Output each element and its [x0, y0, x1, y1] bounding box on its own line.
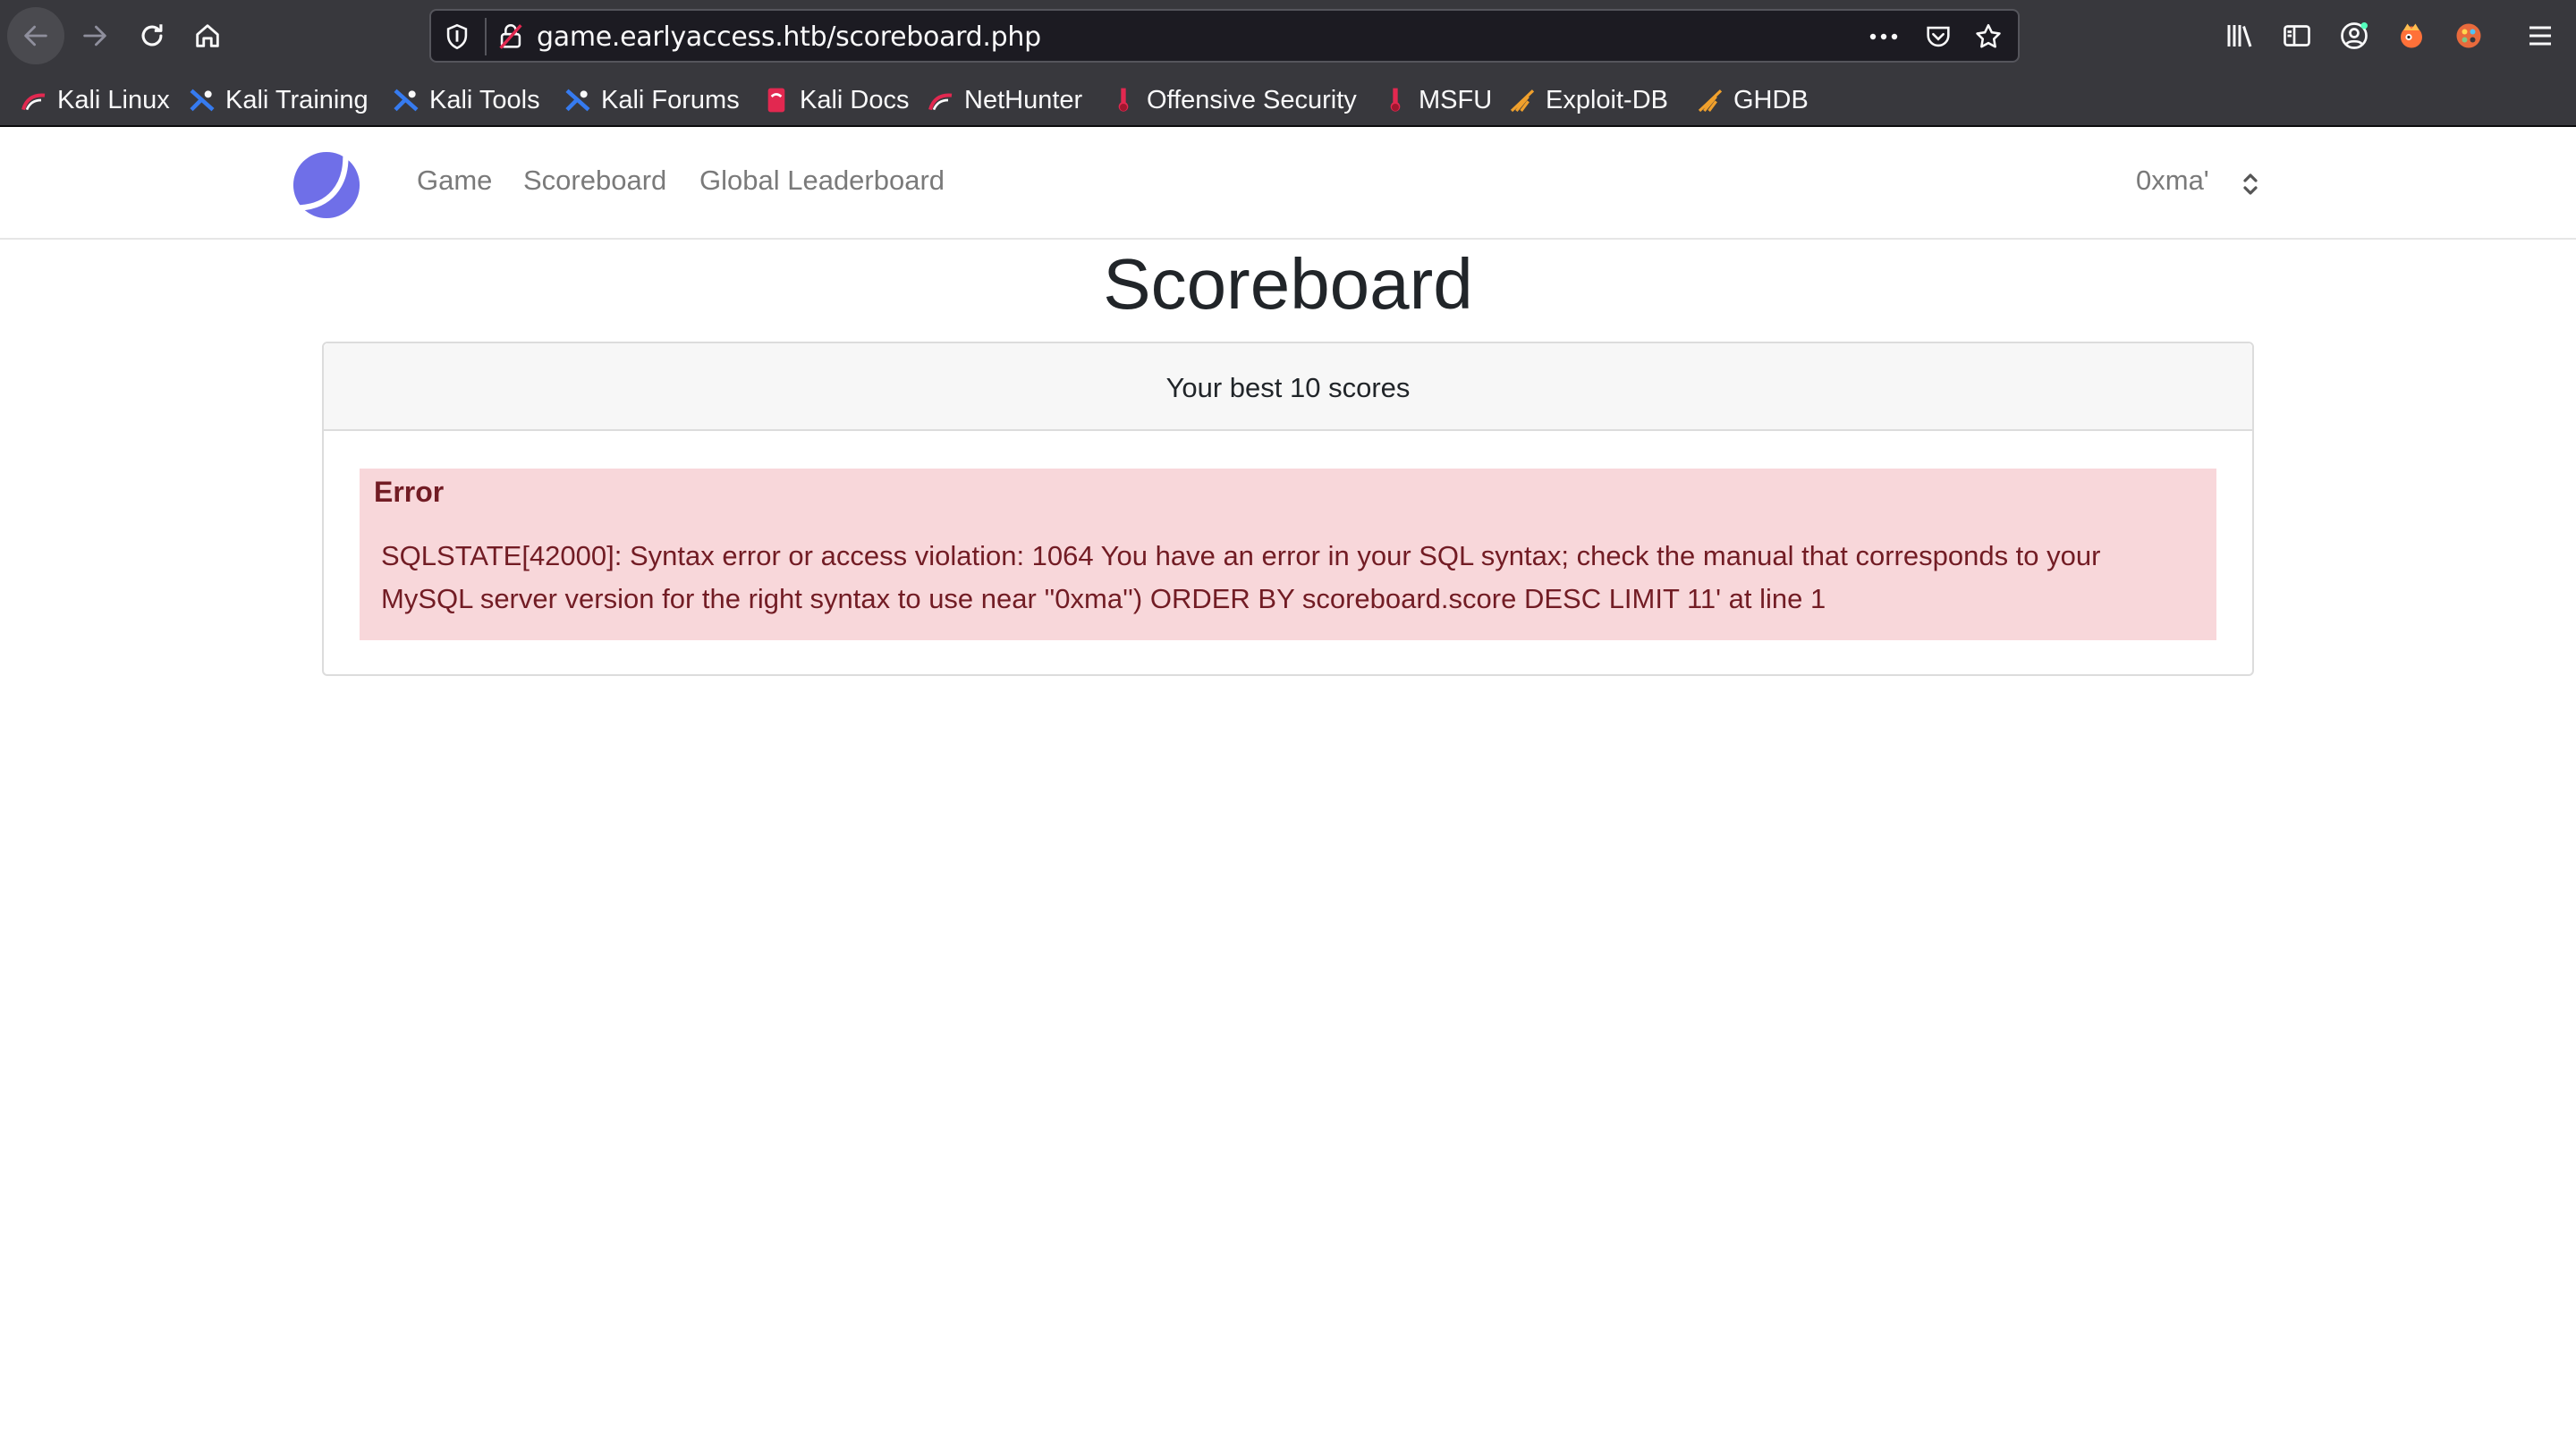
browser-toolbar: game.earlyaccess.htb/scoreboard.php [0, 0, 2576, 72]
chevron-updown-icon[interactable] [2240, 170, 2261, 199]
sidebar-icon[interactable] [2281, 20, 2313, 52]
bookmarks-bar: Kali Linux Kali Training Kali Tools Kali… [0, 72, 2576, 127]
reload-button[interactable] [123, 7, 181, 64]
offsec-icon [1118, 88, 1129, 112]
bookmark-nethunter[interactable]: NetHunter [927, 84, 1082, 116]
reload-icon [141, 24, 163, 46]
extension-icon[interactable] [2453, 20, 2485, 52]
url-text[interactable]: game.earlyaccess.htb/scoreboard.php [537, 21, 1041, 53]
bookmark-kali-tools[interactable]: Kali Tools [392, 84, 540, 116]
star-icon[interactable] [1973, 21, 2004, 52]
bookmark-exploit-db[interactable]: Exploit-DB [1508, 84, 1668, 116]
bookmark-kali-training[interactable]: Kali Training [188, 84, 369, 116]
back-icon [24, 25, 47, 46]
error-title: Error [374, 476, 445, 508]
nav-link-game[interactable]: Game [417, 165, 492, 197]
kali-icon [21, 93, 46, 111]
card-header-text: Your best 10 scores [1165, 372, 1411, 403]
forward-button[interactable] [66, 7, 123, 64]
account-icon[interactable] [2338, 20, 2370, 52]
ghdb-icon [1698, 89, 1723, 113]
bookmark-offensive-security[interactable]: Offensive Security [1109, 84, 1357, 116]
site-logo[interactable] [292, 150, 361, 220]
hamburger-menu-icon[interactable] [2524, 20, 2556, 52]
nav-link-global-leaderboard[interactable]: Global Leaderboard [699, 165, 945, 197]
bookmark-ghdb[interactable]: GHDB [1696, 84, 1809, 116]
exploitdb-icon [1510, 89, 1535, 113]
shield-icon[interactable] [442, 21, 472, 52]
scores-card: Your best 10 scores Error SQLSTATE[42000… [322, 342, 2254, 676]
home-button[interactable] [179, 7, 236, 64]
bookmark-kali-docs[interactable]: Kali Docs [762, 84, 910, 116]
nav-link-scoreboard[interactable]: Scoreboard [523, 165, 666, 197]
pocket-icon[interactable] [1923, 21, 1953, 52]
extension-icon[interactable] [2395, 20, 2428, 52]
bookmark-msfu[interactable]: MSFU [1381, 84, 1492, 116]
nethunter-icon [928, 93, 953, 111]
kali-training-icon [190, 89, 215, 112]
home-icon [196, 24, 219, 47]
site-navbar: Game Scoreboard Global Leaderboard 0xma' [0, 129, 2576, 240]
kali-docs-icon [767, 88, 785, 113]
page-title: Scoreboard [1103, 244, 1473, 324]
kali-forums-icon [565, 89, 590, 112]
error-message: SQLSTATE[42000]: Syntax error or access … [381, 540, 2101, 614]
url-divider [485, 18, 487, 55]
bookmark-kali-linux[interactable]: Kali Linux [20, 84, 170, 116]
msfu-icon [1390, 88, 1401, 112]
insecure-lock-icon[interactable] [496, 21, 526, 52]
library-icon[interactable] [2224, 20, 2256, 52]
url-bar[interactable]: game.earlyaccess.htb/scoreboard.php [429, 9, 2020, 63]
card-header: Your best 10 scores [324, 343, 2252, 431]
bookmark-kali-forums[interactable]: Kali Forums [564, 84, 740, 116]
user-menu[interactable]: 0xma' [2136, 165, 2209, 197]
more-dots-icon[interactable] [1866, 21, 1902, 52]
error-alert: Error SQLSTATE[42000]: Syntax error or a… [360, 469, 2216, 640]
back-button[interactable] [7, 7, 64, 64]
forward-icon [83, 25, 106, 46]
kali-tools-icon [394, 89, 419, 112]
